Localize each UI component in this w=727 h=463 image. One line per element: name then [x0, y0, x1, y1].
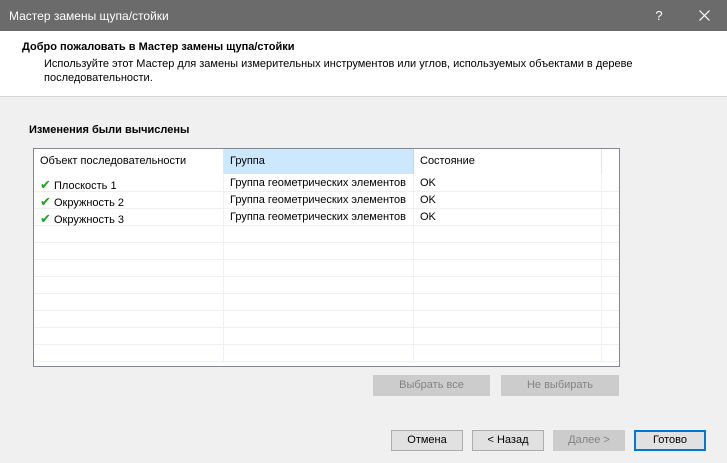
table-row	[34, 277, 619, 294]
section-title: Изменения были вычислены	[29, 124, 190, 136]
wizard-description: Используйте этот Мастер для замены измер…	[44, 58, 633, 84]
select-all-button[interactable]: Выбрать все	[373, 375, 490, 396]
object-name: Окружность 3	[54, 214, 124, 226]
cell-status: OK	[414, 192, 602, 209]
window-title: Мастер замены щупа/стойки	[9, 9, 169, 23]
object-name: Плоскость 1	[54, 180, 117, 192]
column-header-object[interactable]: Объект последовательности	[34, 149, 224, 174]
table-row[interactable]: ✔ Окружность 3 Группа геометрических элеме…	[34, 209, 619, 226]
wizard-header: Добро пожаловать в Мастер замены щупа/ст…	[0, 31, 727, 97]
object-name: Окружность 2	[54, 197, 124, 209]
table-row	[34, 226, 619, 243]
empty-cell	[224, 260, 414, 277]
cell-object: ✔ Плоскость 1	[34, 175, 224, 192]
table-row	[34, 311, 619, 328]
cell-status: OK	[414, 175, 602, 192]
empty-cell	[414, 294, 602, 311]
empty-cell	[224, 311, 414, 328]
empty-cell	[224, 328, 414, 345]
empty-cell	[34, 243, 224, 260]
empty-cell	[224, 226, 414, 243]
next-button[interactable]: Далее >	[553, 430, 625, 451]
back-button[interactable]: < Назад	[472, 430, 544, 451]
checkmark-icon: ✔	[40, 177, 51, 192]
table-row	[34, 328, 619, 345]
empty-cell	[34, 311, 224, 328]
cell-group: Группа геометрических элементов	[224, 175, 414, 192]
cell-status: OK	[414, 209, 602, 226]
cancel-button[interactable]: Отмена	[391, 430, 463, 451]
empty-cell	[414, 345, 602, 362]
empty-cell	[414, 260, 602, 277]
table-row	[34, 294, 619, 311]
empty-cell	[224, 294, 414, 311]
empty-cell	[414, 226, 602, 243]
empty-cell	[34, 277, 224, 294]
column-header-status[interactable]: Состояние	[414, 149, 602, 174]
select-none-button[interactable]: Не выбирать	[501, 375, 619, 396]
empty-cell	[34, 328, 224, 345]
empty-cell	[34, 294, 224, 311]
empty-cell	[224, 243, 414, 260]
empty-cell	[224, 345, 414, 362]
close-icon	[699, 10, 710, 21]
table-row	[34, 345, 619, 362]
checkmark-icon: ✔	[40, 211, 51, 226]
table-row[interactable]: ✔ Окружность 2 Группа геометрических элеме…	[34, 192, 619, 209]
wizard-title: Добро пожаловать в Мастер замены щупа/ст…	[22, 41, 295, 53]
cell-object: ✔ Окружность 2	[34, 192, 224, 209]
changes-list[interactable]: Объект последовательности Группа Состоян…	[33, 148, 620, 367]
empty-cell	[224, 277, 414, 294]
table-row	[34, 260, 619, 277]
checkmark-icon: ✔	[40, 194, 51, 209]
cell-object: ✔ Окружность 3	[34, 209, 224, 226]
empty-cell	[34, 345, 224, 362]
cell-group: Группа геометрических элементов	[224, 209, 414, 226]
table-row	[34, 243, 619, 260]
title-bar: Мастер замены щупа/стойки ?	[0, 0, 727, 31]
finish-button[interactable]: Готово	[634, 430, 706, 451]
empty-cell	[414, 311, 602, 328]
table-row[interactable]: ✔ Плоскость 1 Группа геометрических элемен…	[34, 175, 619, 192]
empty-cell	[414, 277, 602, 294]
empty-cell	[34, 226, 224, 243]
help-button[interactable]: ?	[636, 0, 682, 31]
column-header-group[interactable]: Группа	[224, 149, 414, 174]
empty-cell	[34, 260, 224, 277]
empty-cell	[414, 328, 602, 345]
close-button[interactable]	[682, 0, 727, 31]
cell-group: Группа геометрических элементов	[224, 192, 414, 209]
empty-cell	[414, 243, 602, 260]
list-header: Объект последовательности Группа Состоян…	[34, 149, 619, 174]
